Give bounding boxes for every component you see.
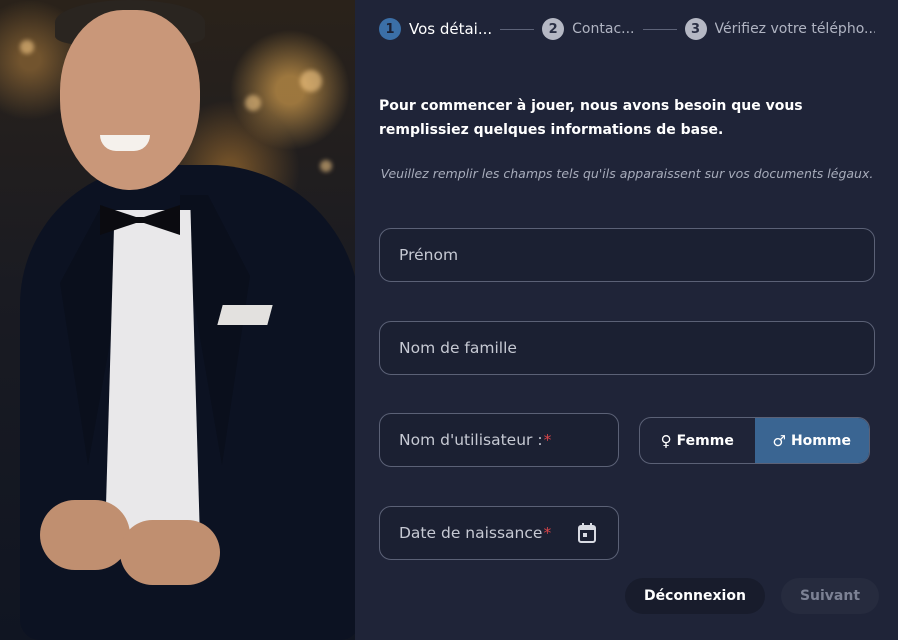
registration-screen: 1 Vos détai... 2 Contac... 3 Vérifiez vo… [0,0,898,640]
gender-female-label: Femme [676,432,734,449]
female-symbol-icon: ♀ [660,431,672,450]
step-label: Vos détai... [409,20,493,38]
gender-male-label: Homme [790,432,851,449]
birthdate-field[interactable]: Date de naissance * [379,506,619,560]
step-connector [642,28,677,30]
stepper: 1 Vos détai... 2 Contac... 3 Vérifiez vo… [379,16,875,42]
gender-female-button[interactable]: ♀ Femme [640,418,755,463]
gender-male-button[interactable]: ♂ Homme [754,418,869,463]
step-contact[interactable]: 2 Contac... [542,18,635,40]
step-label: Vérifiez votre télépho... [714,21,875,37]
first-name-field[interactable]: Prénom [379,228,875,282]
birthdate-placeholder: Date de naissance [399,524,543,542]
step-verify-phone[interactable]: 3 Vérifiez votre télépho... [684,18,875,40]
logout-button[interactable]: Déconnexion [625,578,765,614]
hero-photo [0,0,355,640]
required-mark: * [543,524,552,542]
next-button[interactable]: Suivant [781,578,879,614]
last-name-placeholder: Nom de famille [399,339,517,357]
username-field[interactable]: Nom d'utilisateur : * [379,413,619,467]
male-symbol-icon: ♂ [772,431,786,450]
step-number: 1 [379,18,401,40]
intro-text: Pour commencer à jouer, nous avons besoi… [379,98,803,138]
first-name-placeholder: Prénom [399,246,459,264]
required-mark: * [543,431,552,449]
legal-hint: Veuillez remplir les champs tels qu'ils … [380,166,874,181]
step-details[interactable]: 1 Vos détai... [379,18,492,40]
gender-toggle: ♀ Femme ♂ Homme [639,417,870,464]
calendar-icon[interactable] [578,523,596,543]
step-number: 2 [542,18,565,40]
step-label: Contac... [572,21,635,37]
username-placeholder: Nom d'utilisateur : [399,431,543,449]
step-connector [500,28,535,30]
last-name-field[interactable]: Nom de famille [379,321,875,375]
step-number: 3 [684,18,707,40]
form-panel: 1 Vos détai... 2 Contac... 3 Vérifiez vo… [355,0,898,640]
